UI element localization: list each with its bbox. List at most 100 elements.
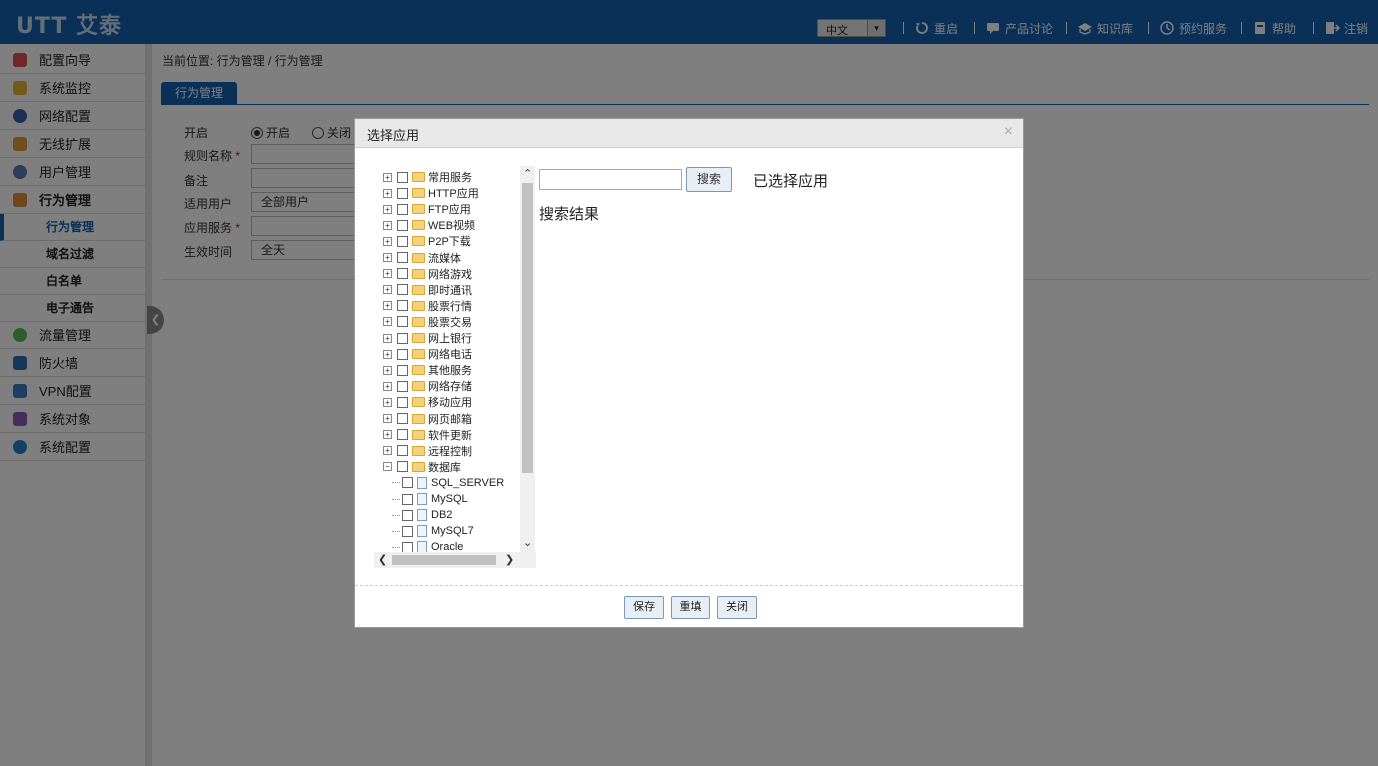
tree-line <box>392 546 400 548</box>
tree-checkbox[interactable] <box>397 284 408 296</box>
tree-checkbox[interactable] <box>397 332 408 344</box>
tree-vertical-scrollbar[interactable]: ⌃ ⌄ <box>520 166 535 552</box>
expand-icon[interactable]: + <box>383 172 392 182</box>
scroll-thumb[interactable] <box>392 555 496 565</box>
tree-checkbox[interactable] <box>397 219 408 231</box>
tree-node-label: 即时通讯 <box>428 284 472 297</box>
tree-horizontal-scrollbar[interactable]: ❮ ❯ <box>374 552 536 568</box>
expand-icon[interactable]: + <box>383 397 392 407</box>
expand-icon[interactable]: + <box>383 253 392 262</box>
folder-icon <box>412 252 425 263</box>
folder-icon <box>412 188 425 199</box>
tree-group-node[interactable]: + 网页邮箱 <box>374 411 472 427</box>
tree-checkbox[interactable] <box>397 445 408 457</box>
close-icon[interactable]: × <box>1004 123 1013 141</box>
expand-icon[interactable]: + <box>383 301 392 311</box>
tree-group-node[interactable]: + 股票行情 <box>374 298 472 314</box>
folder-icon <box>412 365 425 376</box>
tree-group-node[interactable]: + 网络电话 <box>374 346 472 362</box>
tree-checkbox[interactable] <box>402 477 413 489</box>
tree-group-node[interactable]: + 远程控制 <box>374 443 472 459</box>
tree-checkbox[interactable] <box>397 203 408 215</box>
tree-checkbox[interactable] <box>397 300 408 312</box>
folder-icon <box>412 397 425 408</box>
close-button[interactable]: 关闭 <box>717 596 757 619</box>
tree-checkbox[interactable] <box>402 493 413 505</box>
tree-group-node[interactable]: + 即时通讯 <box>374 282 472 298</box>
folder-icon <box>412 268 425 279</box>
tree-checkbox[interactable] <box>397 380 408 392</box>
expand-icon[interactable]: + <box>383 381 392 391</box>
folder-icon <box>412 381 425 392</box>
scroll-right-icon[interactable]: ❯ <box>505 553 514 567</box>
save-button[interactable]: 保存 <box>624 596 664 619</box>
tree-group-node[interactable]: + 常用服务 <box>374 169 472 185</box>
tree-node-label: HTTP应用 <box>428 188 479 201</box>
tree-group-node[interactable]: + WEB视频 <box>374 217 475 233</box>
tree-checkbox[interactable] <box>397 252 408 263</box>
tree-node-label: 股票行情 <box>428 300 472 313</box>
tree-leaf-node[interactable]: DB2 <box>392 507 452 523</box>
scroll-up-icon[interactable]: ⌃ <box>523 167 532 181</box>
dialog-title: 选择应用 <box>367 128 420 143</box>
expand-icon[interactable]: + <box>383 317 392 327</box>
expand-icon[interactable]: + <box>383 220 392 230</box>
expand-icon[interactable]: + <box>383 188 392 198</box>
tree-group-node[interactable]: + 移动应用 <box>374 394 472 410</box>
tree-node-label: 网络游戏 <box>428 268 472 281</box>
folder-open-icon <box>412 461 425 472</box>
expand-icon[interactable]: + <box>383 285 392 295</box>
tree-leaf-node[interactable]: MySQL <box>392 491 468 507</box>
tree-checkbox[interactable] <box>397 348 408 360</box>
tree-node-label: 网页邮箱 <box>428 413 472 426</box>
scroll-left-icon[interactable]: ❮ <box>378 553 387 567</box>
tree-group-node[interactable]: + HTTP应用 <box>374 185 479 201</box>
scroll-thumb[interactable] <box>522 183 533 473</box>
expand-icon[interactable]: + <box>383 446 392 456</box>
expand-icon[interactable]: + <box>383 430 392 440</box>
file-icon <box>417 525 427 538</box>
expand-icon[interactable]: + <box>383 414 392 423</box>
dialog-footer-divider <box>355 585 1023 586</box>
tree-checkbox[interactable] <box>397 187 408 199</box>
expand-icon[interactable]: + <box>383 365 392 375</box>
search-button[interactable]: 搜索 <box>686 167 732 192</box>
search-input[interactable] <box>539 169 682 190</box>
tree-node-label: MySQL7 <box>431 525 474 538</box>
tree-leaf-node[interactable]: MySQL7 <box>392 523 474 539</box>
tree-group-node-open[interactable]: − 数据库 <box>374 459 461 475</box>
tree-checkbox[interactable] <box>397 429 408 441</box>
tree-checkbox[interactable] <box>397 396 408 408</box>
tree-leaf-node[interactable]: SQL_SERVER <box>392 475 504 491</box>
tree-group-node[interactable]: + 其他服务 <box>374 362 472 378</box>
expand-icon[interactable]: + <box>383 204 392 214</box>
collapse-icon[interactable]: − <box>383 462 392 472</box>
expand-icon[interactable]: + <box>383 236 392 246</box>
reset-button[interactable]: 重填 <box>671 596 710 619</box>
tree-group-node[interactable]: + 股票交易 <box>374 314 472 330</box>
folder-icon <box>412 349 425 360</box>
folder-icon <box>412 284 425 295</box>
tree-checkbox[interactable] <box>397 316 408 328</box>
tree-checkbox[interactable] <box>397 268 408 280</box>
tree-checkbox[interactable] <box>397 364 408 376</box>
tree-checkbox[interactable] <box>397 171 408 183</box>
tree-group-node[interactable]: + 软件更新 <box>374 427 472 443</box>
tree-group-node[interactable]: + P2P下载 <box>374 233 471 249</box>
tree-group-node[interactable]: + FTP应用 <box>374 201 471 217</box>
tree-checkbox[interactable] <box>402 525 413 537</box>
tree-group-node[interactable]: + 网络游戏 <box>374 266 472 282</box>
tree-node-label: 网上银行 <box>428 333 472 345</box>
tree-checkbox[interactable] <box>397 461 408 473</box>
tree-checkbox[interactable] <box>397 235 408 247</box>
scroll-down-icon[interactable]: ⌄ <box>523 536 532 550</box>
expand-icon[interactable]: + <box>383 333 392 343</box>
tree-group-node[interactable]: + 网上银行 <box>374 330 472 346</box>
expand-icon[interactable]: + <box>383 349 392 359</box>
tree-checkbox[interactable] <box>397 413 408 424</box>
tree-checkbox[interactable] <box>402 509 413 521</box>
tree-group-node[interactable]: + 网络存储 <box>374 378 472 394</box>
tree-group-node[interactable]: + 流媒体 <box>374 250 461 266</box>
expand-icon[interactable]: + <box>383 269 392 279</box>
tree-node-label: 移动应用 <box>428 397 472 410</box>
